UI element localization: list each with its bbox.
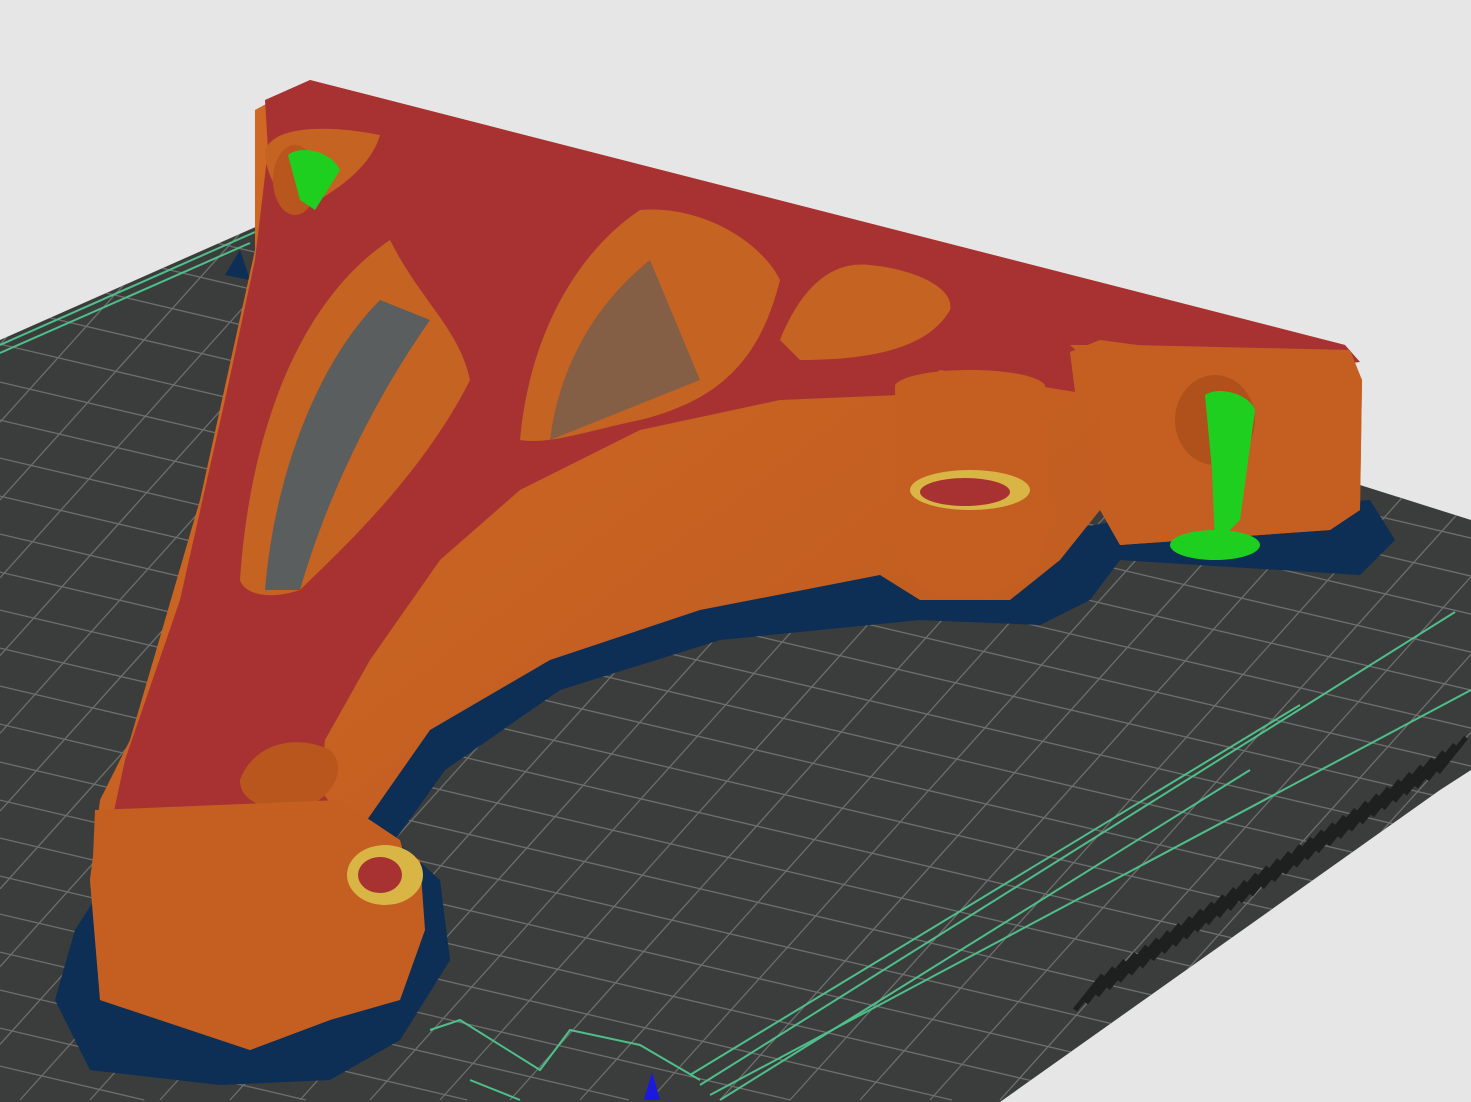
grid-line (0, 225, 61, 268)
3d-preview-viewport[interactable] (0, 0, 1471, 1102)
grid-line (1419, 1042, 1471, 1101)
grid-line (1122, 0, 1471, 82)
grid-line (960, 0, 1471, 120)
grid-line (1445, 0, 1471, 6)
grid-line (637, 0, 1471, 196)
grid-line (1283, 0, 1471, 44)
grid-line (799, 0, 1471, 158)
grid-line (1349, 965, 1471, 1101)
grid-line (1279, 887, 1471, 1101)
scene (0, 0, 1471, 1102)
